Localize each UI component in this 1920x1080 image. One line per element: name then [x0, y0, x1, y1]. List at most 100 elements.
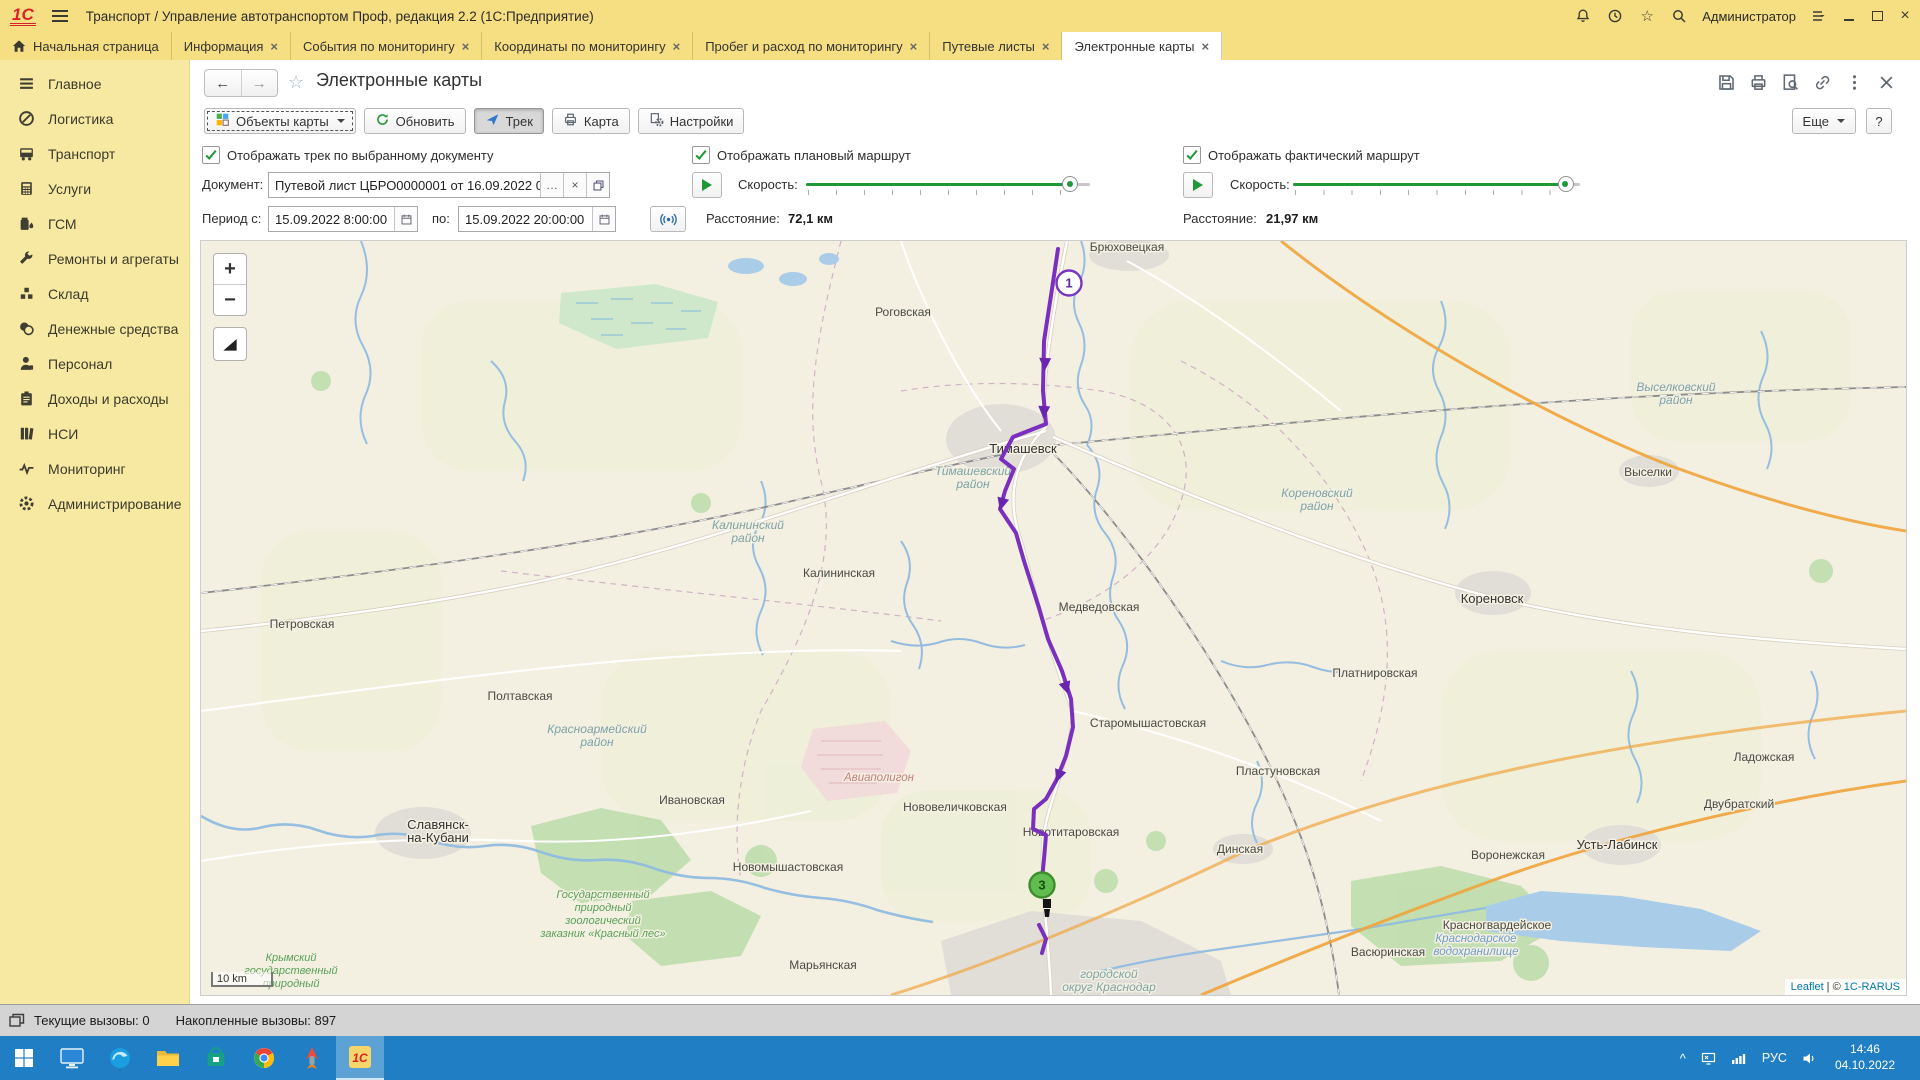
monitoring-signal-button[interactable]: [650, 206, 686, 232]
link-icon[interactable]: [1813, 73, 1832, 92]
tab-close-icon[interactable]: ×: [270, 39, 278, 54]
sidebar-item-Главное[interactable]: Главное: [0, 66, 189, 101]
minimize-button[interactable]: [1842, 9, 1856, 23]
service-menu-icon[interactable]: [1810, 7, 1828, 25]
show-track-checkbox[interactable]: Отображать трек по выбранному документу: [202, 146, 494, 164]
toolbar-button-Трек[interactable]: Трек: [474, 108, 544, 134]
sidebar-item-Администрирование[interactable]: Администрирование: [0, 486, 189, 521]
fact-speed-slider[interactable]: [1293, 174, 1580, 196]
sidebar-item-Услуги[interactable]: Услуги: [0, 171, 189, 206]
page-favorite-star-icon[interactable]: ☆: [288, 72, 304, 93]
more-dots-icon[interactable]: [1845, 73, 1864, 92]
fact-play-button[interactable]: [1183, 172, 1213, 198]
tray-network-icon[interactable]: [1726, 1043, 1752, 1073]
tray-expand-icon[interactable]: ^: [1674, 1051, 1692, 1066]
help-button[interactable]: ?: [1866, 108, 1892, 134]
slider-thumb[interactable]: [1558, 176, 1574, 192]
close-window-button[interactable]: ×: [1898, 9, 1912, 23]
coins-icon: [18, 320, 35, 337]
current-user[interactable]: Администратор: [1702, 9, 1796, 24]
tab-close-icon[interactable]: ×: [462, 39, 470, 54]
document-field[interactable]: Путевой лист ЦБРО0000001 от 16.09.2022 0…: [268, 172, 610, 198]
map-canvas[interactable]: БрюховецкаяРоговскаяТимашевскТимашевский…: [200, 240, 1907, 996]
leaflet-link[interactable]: Leaflet: [1791, 981, 1824, 993]
more-button[interactable]: Еще: [1792, 108, 1856, 134]
tab-Электронные карты[interactable]: Электронные карты×: [1062, 32, 1222, 60]
tab-close-icon[interactable]: ×: [1042, 39, 1050, 54]
plan-play-button[interactable]: [692, 172, 722, 198]
period-from-field[interactable]: 15.09.2022 8:00:00: [268, 206, 418, 232]
tab-close-icon[interactable]: ×: [1201, 39, 1209, 54]
show-plan-route-checkbox[interactable]: Отображать плановый маршрут: [692, 146, 911, 164]
taskbar-app-store[interactable]: [192, 1036, 240, 1080]
taskbar-app-desktop[interactable]: [48, 1036, 96, 1080]
tray-language[interactable]: РУС: [1756, 1051, 1793, 1065]
sidebar-item-Персонал[interactable]: Персонал: [0, 346, 189, 381]
taskbar-app-1c-active[interactable]: 1С: [336, 1036, 384, 1080]
sidebar-item-Денежные средства[interactable]: Денежные средства: [0, 311, 189, 346]
period-from-value[interactable]: 15.09.2022 8:00:00: [269, 212, 394, 227]
tab-Информация[interactable]: Информация×: [172, 32, 291, 60]
tab-События по мониторингу[interactable]: События по мониторингу×: [291, 32, 482, 60]
taskbar-app-explorer[interactable]: [144, 1036, 192, 1080]
tray-display-icon[interactable]: [1696, 1043, 1722, 1073]
map-label: Красногвардейское: [1443, 918, 1552, 932]
notifications-bell-icon[interactable]: [1574, 7, 1592, 25]
tab-Координаты по мониторингу[interactable]: Координаты по мониторингу×: [482, 32, 693, 60]
toolbar-button-Карта[interactable]: Карта: [552, 108, 630, 134]
map-label: Пластуновская: [1236, 764, 1320, 778]
sidebar-item-Ремонты и агрегаты[interactable]: Ремонты и агрегаты: [0, 241, 189, 276]
main-menu-icon[interactable]: [52, 10, 68, 22]
zoom-out-button[interactable]: −: [214, 285, 246, 315]
tab-home[interactable]: Начальная страница: [0, 32, 172, 60]
period-to-field[interactable]: 15.09.2022 20:00:00: [458, 206, 616, 232]
taskbar-app-chrome[interactable]: [240, 1036, 288, 1080]
route-start-marker[interactable]: 1: [1057, 271, 1082, 296]
sidebar-item-Доходы и расходы[interactable]: Доходы и расходы: [0, 381, 189, 416]
tab-close-icon[interactable]: ×: [673, 39, 681, 54]
route-end-marker[interactable]: 3: [1030, 873, 1055, 898]
toolbar-button-Объекты карты[interactable]: Объекты карты: [204, 108, 356, 134]
print-icon[interactable]: [1749, 73, 1768, 92]
toolbar-button-Обновить[interactable]: Обновить: [364, 108, 466, 134]
sidebar-item-Мониторинг[interactable]: Мониторинг: [0, 451, 189, 486]
print-preview-icon[interactable]: [1781, 73, 1800, 92]
document-choose-button[interactable]: …: [540, 173, 563, 197]
tray-volume-icon[interactable]: [1797, 1043, 1823, 1073]
nav-forward-button[interactable]: →: [242, 70, 278, 96]
period-to-value[interactable]: 15.09.2022 20:00:00: [459, 212, 592, 227]
tab-label: Пробег и расход по мониторингу: [705, 39, 902, 54]
sidebar-item-Транспорт[interactable]: Транспорт: [0, 136, 189, 171]
zoom-in-button[interactable]: +: [214, 254, 246, 285]
start-button[interactable]: [0, 1036, 48, 1080]
tab-Пробег и расход по мониторингу[interactable]: Пробег и расход по мониторингу ×: [693, 32, 930, 60]
sidebar-item-Склад[interactable]: Склад: [0, 276, 189, 311]
measure-tool-button[interactable]: [213, 327, 247, 361]
sidebar-item-НСИ[interactable]: НСИ: [0, 416, 189, 451]
tab-close-icon[interactable]: ×: [910, 39, 918, 54]
favorites-star-icon[interactable]: ☆: [1638, 7, 1656, 25]
show-fact-route-checkbox[interactable]: Отображать фактический маршрут: [1183, 146, 1420, 164]
sidebar-item-Логистика[interactable]: Логистика: [0, 101, 189, 136]
calendar-icon[interactable]: [592, 207, 615, 231]
document-clear-button[interactable]: ×: [563, 173, 586, 197]
history-clock-icon[interactable]: [1606, 7, 1624, 25]
taskbar-app-launcher[interactable]: [288, 1036, 336, 1080]
tray-clock[interactable]: 14:46 04.10.2022: [1827, 1042, 1903, 1073]
nav-back-button[interactable]: ←: [205, 70, 242, 96]
close-form-icon[interactable]: [1877, 73, 1896, 92]
vendor-link[interactable]: 1C-RARUS: [1844, 981, 1900, 993]
document-value[interactable]: Путевой лист ЦБРО0000001 от 16.09.2022 0…: [269, 178, 540, 193]
taskbar-app-edge[interactable]: [96, 1036, 144, 1080]
map-label: Краснодарскоеводохранилище: [1434, 933, 1519, 958]
toolbar-button-Настройки[interactable]: Настройки: [638, 108, 745, 134]
maximize-button[interactable]: [1870, 9, 1884, 23]
tab-Путевые листы[interactable]: Путевые листы×: [930, 32, 1062, 60]
save-icon[interactable]: [1717, 73, 1736, 92]
search-icon[interactable]: [1670, 7, 1688, 25]
slider-thumb[interactable]: [1062, 176, 1078, 192]
calendar-icon[interactable]: [394, 207, 417, 231]
sidebar-item-ГСМ[interactable]: ГСМ: [0, 206, 189, 241]
plan-speed-slider[interactable]: [806, 174, 1090, 196]
document-open-button[interactable]: [586, 173, 609, 197]
